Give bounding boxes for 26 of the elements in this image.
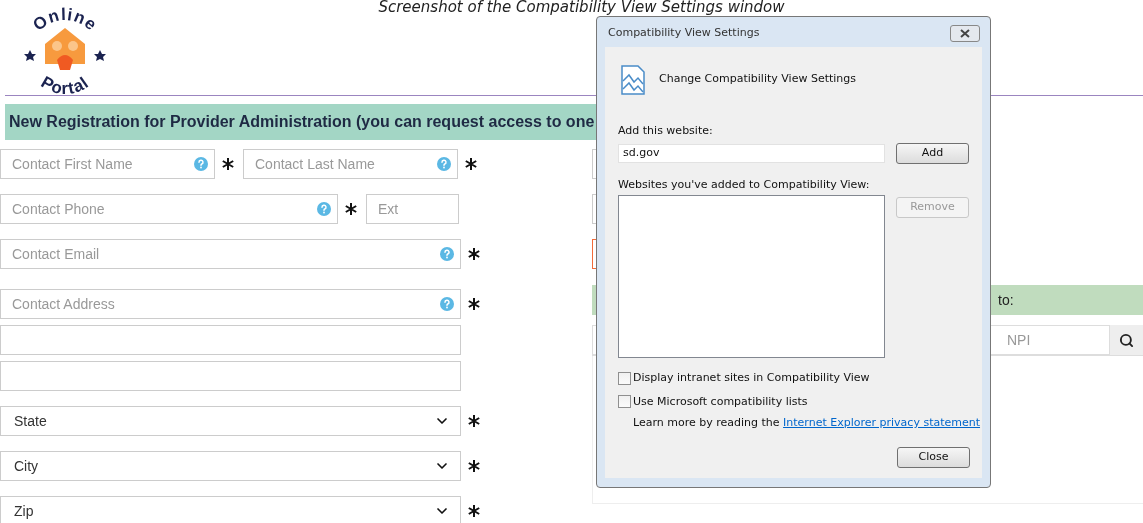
list-label: Websites you've added to Compatibility View: — [618, 177, 870, 191]
select-field[interactable]: State — [0, 406, 461, 436]
add-button[interactable]: Add — [896, 142, 969, 164]
banner-title: New Registration for Provider Administration (you can request access to one — [9, 112, 595, 132]
checkbox-option[interactable]: Display intranet sites in Compatibility View — [618, 370, 870, 387]
privacy-link[interactable]: Internet Explorer privacy statement — [783, 416, 981, 429]
document-icon — [621, 65, 645, 95]
close-button[interactable] — [950, 24, 980, 42]
close-icon — [960, 28, 970, 38]
search-button[interactable] — [1110, 325, 1143, 355]
select-field[interactable]: Zip — [0, 496, 461, 523]
close-dialog-button[interactable]: Close — [897, 447, 970, 468]
caption: Screenshot of the Compatibility View Settings window — [378, 0, 785, 15]
input-field[interactable] — [0, 325, 461, 355]
checkbox-option[interactable]: Use Microsoft compatibility lists — [618, 393, 808, 410]
dialog-heading: Change Compatibility View Settings — [659, 71, 857, 87]
website-input[interactable]: sd.gov — [618, 143, 885, 163]
window-title: Compatibility View Settings — [608, 24, 760, 41]
input-field[interactable] — [0, 361, 461, 391]
search-icon — [1119, 332, 1134, 348]
section-header: to: — [998, 290, 1014, 310]
logo-drawing: Online Portal — [15, 4, 115, 96]
select-field[interactable]: City — [0, 451, 461, 481]
website-list[interactable] — [618, 195, 885, 358]
field-label: Add this website: — [618, 124, 713, 137]
info-text: Learn more by reading the Internet Explorer privacy statement — [633, 416, 981, 429]
